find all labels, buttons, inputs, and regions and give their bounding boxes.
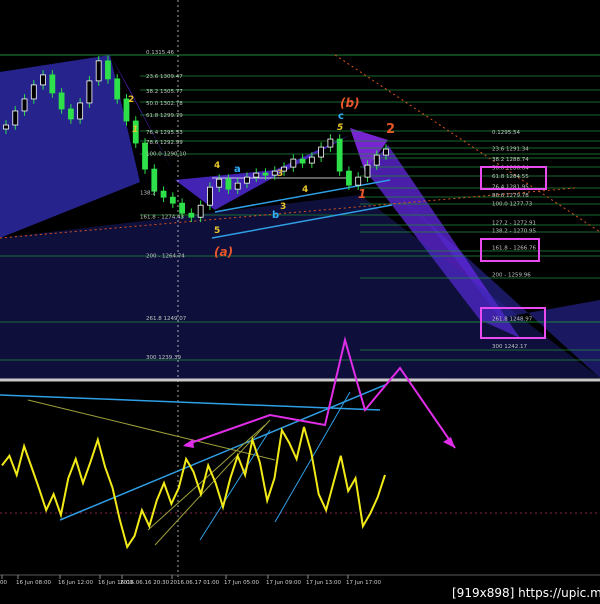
candle-body [299, 158, 306, 164]
watermark: [919x898] https://upic.me/ [452, 586, 600, 600]
x-tick-label: 16 Jun 12:00 [58, 580, 93, 586]
x-tick-label: 17 Jun 09:00 [266, 580, 301, 586]
wave-label: 5 [337, 123, 343, 133]
candle-body [114, 78, 121, 100]
candle-body [151, 168, 158, 192]
fib-level-label: 300 1239.39 [146, 355, 181, 361]
fib-level-label: 38.2 1288.74 [492, 157, 529, 163]
candle-body [216, 178, 223, 188]
candle-body [290, 158, 297, 168]
candle-body [86, 80, 93, 104]
candle-body [12, 110, 19, 126]
wave-label: 3 [277, 169, 283, 179]
fib-level-label: 100.0 1277.73 [492, 201, 533, 207]
candle-body [253, 172, 260, 178]
fib-level-label: 76.4 1295.53 [146, 130, 183, 136]
candle-body [346, 170, 352, 186]
candle-body [373, 154, 380, 166]
candle-body [318, 146, 325, 158]
candle-body [40, 74, 46, 86]
x-tick-label: 00 [0, 580, 7, 586]
fib-level-label: 200 - 1264.74 [146, 253, 185, 259]
fib-level-label: 61.8 1284.55 [492, 174, 529, 180]
x-tick-label: 17 Jun 13:00 [306, 580, 341, 586]
wave-label: (b) [340, 96, 360, 110]
x-tick-label: 2016.06.16 20:30 [120, 580, 170, 586]
candle-body [21, 98, 28, 112]
candle-body [207, 186, 213, 206]
candle-body [30, 84, 37, 100]
candle-body [95, 60, 102, 82]
candle-body [244, 176, 250, 184]
fib-level-label: 261.8 1248.97 [492, 317, 533, 323]
candle-body [49, 74, 56, 94]
candle-body [336, 138, 343, 172]
wave-label: 5 [214, 226, 220, 236]
fib-level-label: 138.2 - 1270.95 [492, 228, 536, 234]
candle-body [105, 60, 111, 80]
candle-body [225, 178, 232, 190]
candle-body [67, 108, 74, 120]
wave-label: 3 [280, 202, 286, 212]
candle-body [3, 124, 9, 130]
wave-label: (a) [214, 245, 233, 259]
fib-level-label: 50.0 1302.78 [146, 101, 183, 107]
fib-level-label: 0.1295.54 [492, 130, 520, 136]
fib-level-label: 86.6 1279.78 [492, 193, 529, 199]
x-tick-label: 17 Jun 17:00 [346, 580, 381, 586]
wave-label: 1 [358, 187, 366, 201]
candle-body [308, 156, 315, 164]
candle-body [383, 148, 389, 156]
fib-level-label: 23.6 1309.47 [146, 74, 183, 80]
wave-label: a [234, 164, 241, 175]
fib-level-label: 23.6 1291.34 [492, 147, 529, 153]
wave-label: 2 [128, 95, 134, 105]
fib-level-label: 200 - 1259.96 [492, 273, 531, 279]
trading-chart: 0.1315.46 23.6 1309.47 38.2 1305.77 50.0 13… [0, 0, 600, 604]
wave-label: 2 [386, 122, 395, 137]
candle-body [234, 182, 241, 190]
fib-level-label: 161.8 - 1266.76 [492, 245, 536, 251]
candle-body [188, 212, 195, 218]
wave-label: 4 [214, 161, 220, 171]
candle-body [327, 138, 334, 148]
wave-label: b [272, 210, 279, 221]
candle-body [58, 92, 65, 110]
candle-body [197, 204, 204, 218]
fib-level-label: 300 1242.17 [492, 344, 527, 350]
wave-label: 4 [302, 185, 308, 195]
candle-body [364, 164, 371, 178]
fib-level-label: 61.8 1299.79 [146, 113, 183, 119]
wave-label: 1 [132, 125, 138, 135]
x-tick-label: 2016.06.17 01:00 [170, 580, 220, 586]
candle-body [160, 190, 167, 198]
fib-level-label: 100.0 1290.10 [146, 152, 187, 158]
fib-level-label: 261.8 1249.07 [146, 316, 187, 322]
fib-level-label: 0.1315.46 [146, 50, 174, 56]
fib-level-label: 78.6 1292.99 [146, 140, 183, 146]
fib-level-label: 161.8 - 1274.43 [140, 215, 184, 221]
wave-label: c [338, 111, 344, 122]
x-tick-label: 16 Jun 08:00 [16, 580, 51, 586]
candle-body [179, 202, 185, 214]
fib-level-label: 127.2 - 1272.91 [492, 221, 536, 227]
candle-body [355, 176, 362, 186]
candle-body [169, 196, 176, 204]
fib-level-label: 38.2 1305.77 [146, 89, 183, 95]
candle-body [262, 172, 269, 176]
x-tick-label: 17 Jun 05:00 [224, 580, 259, 586]
candle-body [77, 102, 84, 120]
fib-level-label: 138.2 [140, 191, 156, 197]
